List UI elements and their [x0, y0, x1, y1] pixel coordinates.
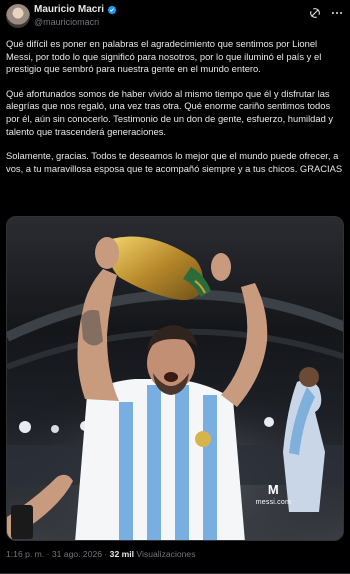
photo-illustration	[7, 236, 343, 540]
messi-logo-icon: M	[267, 482, 279, 497]
watermark-text: messi.com	[255, 499, 291, 506]
more-icon[interactable]	[330, 6, 344, 20]
tweet-paragraph: Qué afortunados somos de haber vivido al…	[6, 87, 334, 137]
tweet-paragraph: Solamente, gracias. Todos te deseamos lo…	[6, 150, 343, 174]
tweet-photo[interactable]: M messi.com	[6, 216, 344, 541]
views-label: Visualizaciones	[134, 549, 196, 559]
author-name-row: Mauricio Macri	[34, 4, 117, 16]
verified-badge-icon	[107, 5, 117, 15]
tweet-paragraph: Qué difícil es poner en palabras el agra…	[6, 38, 322, 75]
tweet-timestamp[interactable]: 1:16 p. m. · 31 ago. 2026 ·	[6, 549, 110, 559]
media-watermark: M messi.com	[256, 482, 291, 506]
tweet-header: Mauricio Macri @mauriciomacri	[0, 0, 350, 34]
tweet-meta: 1:16 p. m. · 31 ago. 2026 · 32 mil Visua…	[6, 548, 196, 560]
author-avatar[interactable]	[6, 4, 30, 28]
author-handle[interactable]: @mauriciomacri	[34, 17, 99, 28]
grok-icon[interactable]	[308, 6, 322, 20]
tweet-text: Qué difícil es poner en palabras el agra…	[6, 38, 344, 187]
author-name[interactable]: Mauricio Macri	[34, 4, 104, 16]
header-actions	[308, 6, 344, 20]
views-count: 32 mil	[109, 549, 135, 559]
